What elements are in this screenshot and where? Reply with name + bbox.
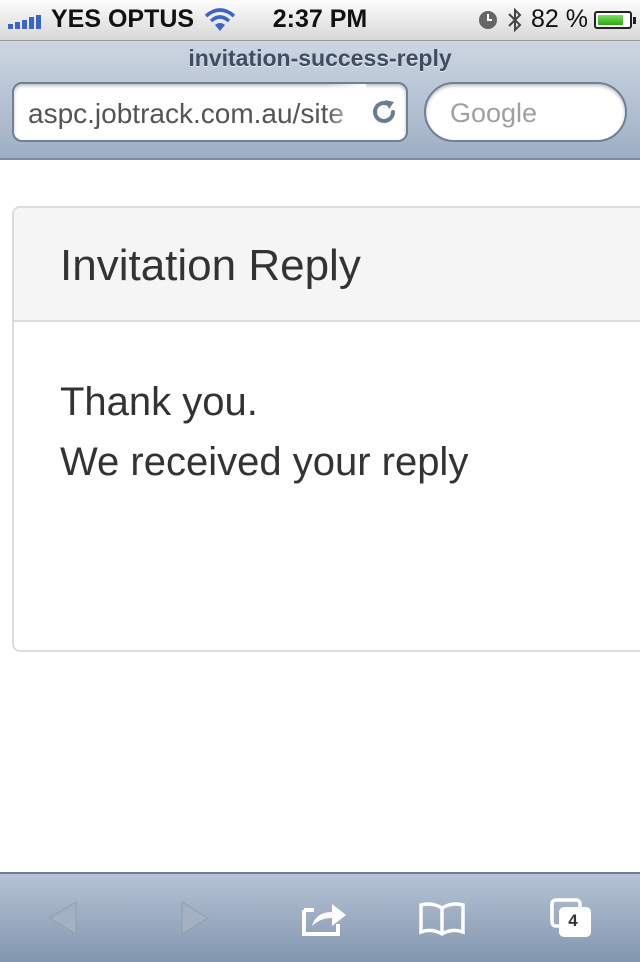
browser-toolbar: 4 — [0, 872, 640, 962]
clock-icon — [479, 10, 498, 29]
status-bar: YES OPTUS 2:37 PM 82 % — [0, 0, 640, 41]
url-text[interactable]: aspc.jobtrack.com.au/site — [28, 98, 368, 130]
search-placeholder: Google — [450, 98, 538, 128]
card-body: Thank you. We received your reply — [14, 322, 640, 492]
reply-received-text: We received your reply — [60, 440, 469, 484]
card-header: Invitation Reply — [14, 208, 640, 322]
tabs-button[interactable]: 4 — [548, 896, 596, 940]
status-bar-right: 82 % — [477, 5, 636, 34]
forward-button[interactable] — [170, 896, 218, 940]
battery-fill — [598, 14, 623, 25]
back-button[interactable] — [40, 896, 88, 940]
page-title: invitation-success-reply — [188, 45, 452, 71]
battery-percent: 82 % — [531, 5, 588, 33]
thank-you-text: Thank you. — [60, 380, 258, 424]
bookmarks-button[interactable] — [418, 896, 466, 940]
battery-icon — [594, 10, 636, 29]
share-button[interactable] — [300, 896, 348, 940]
address-bar[interactable]: aspc.jobtrack.com.au/site — [12, 82, 408, 142]
tabs-count: 4 — [568, 911, 578, 930]
card-title: Invitation Reply — [60, 241, 361, 290]
bluetooth-icon — [508, 7, 522, 32]
invitation-card: Invitation Reply Thank you. We received … — [12, 206, 640, 652]
back-icon — [49, 901, 77, 935]
bookmarks-icon — [419, 902, 465, 937]
url-fade — [326, 84, 366, 140]
share-icon — [302, 904, 346, 936]
forward-icon — [181, 901, 209, 935]
reload-icon[interactable] — [368, 96, 400, 128]
search-field[interactable]: Google — [424, 82, 627, 142]
browser-navbar: invitation-success-reply aspc.jobtrack.c… — [0, 41, 640, 160]
